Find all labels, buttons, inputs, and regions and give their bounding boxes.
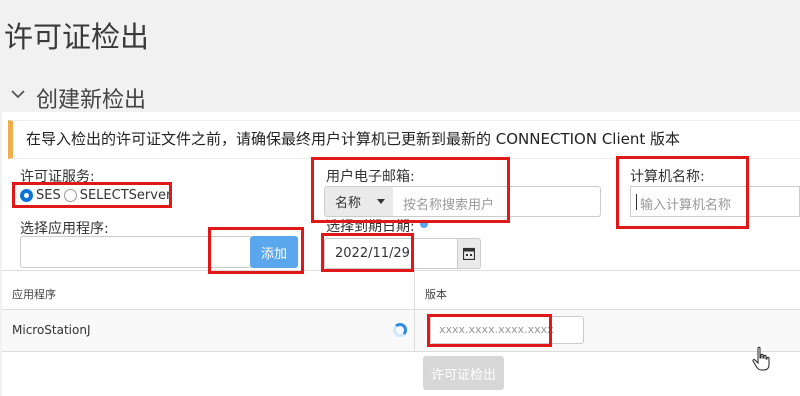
column-divider	[414, 270, 415, 352]
hand-cursor-icon	[752, 346, 770, 371]
alert-text: 在导入检出的许可证文件之前，请确保最终用户计算机已更新到最新的 CONNECTI…	[26, 130, 681, 148]
calendar-icon	[463, 247, 475, 260]
column-header-version: 版本	[425, 288, 447, 301]
page-title: 许可证检出	[4, 20, 150, 54]
annotation-box-license-service	[12, 182, 172, 208]
annotation-box-computer-name	[616, 156, 749, 229]
annotation-box-user-email	[311, 157, 510, 223]
chevron-down-icon[interactable]	[10, 87, 26, 101]
annotation-box-add	[208, 227, 304, 274]
license-checkout-button[interactable]: 许可证检出	[423, 356, 504, 390]
row-app-name: MicroStationJ	[12, 323, 91, 337]
calendar-button[interactable]	[457, 238, 481, 269]
annotation-box-version	[427, 314, 552, 347]
column-header-app: 应用程序	[12, 288, 56, 301]
loading-spinner-icon	[393, 323, 407, 337]
section-title: 创建新检出	[36, 88, 147, 113]
table-header	[2, 270, 800, 310]
select-app-label: 选择应用程序:	[20, 221, 109, 237]
annotation-box-expiry-date	[321, 233, 414, 272]
